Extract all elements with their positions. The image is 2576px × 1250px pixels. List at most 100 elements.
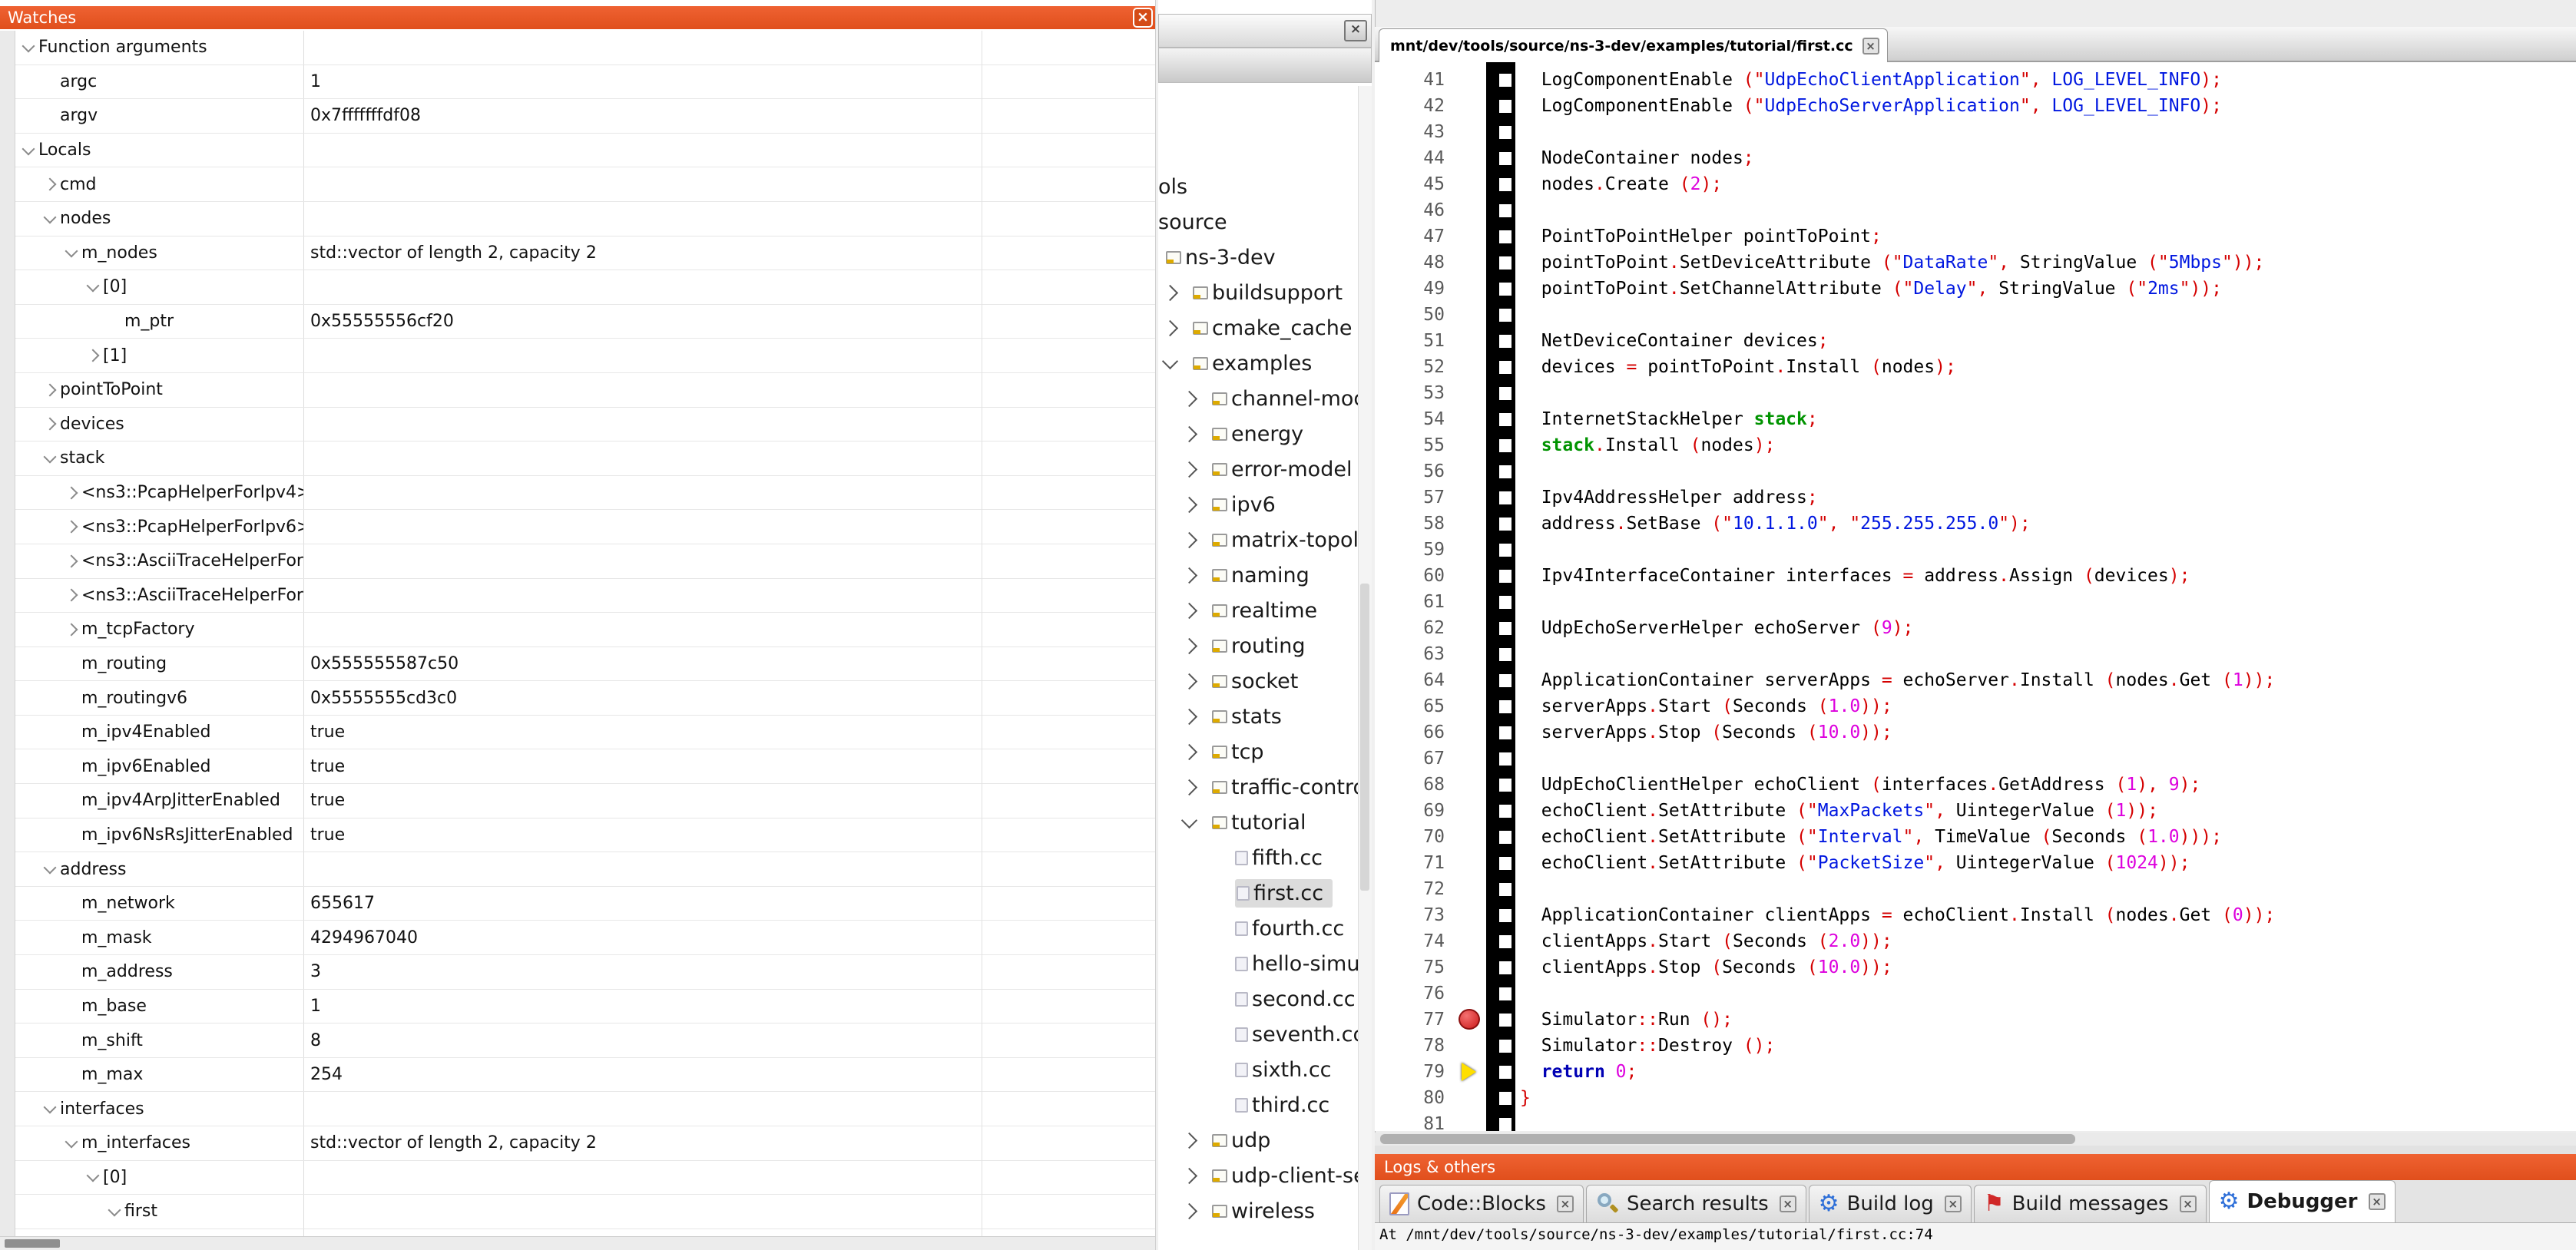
code-line[interactable]: 70 echoClient.SetAttribute ("Interval", … (1375, 824, 2576, 850)
chevron-down-icon[interactable] (40, 1106, 60, 1112)
line-number[interactable]: 80 (1375, 1088, 1454, 1108)
marker-zone[interactable] (1454, 1033, 1486, 1059)
line-number[interactable]: 47 (1375, 227, 1454, 246)
code-line[interactable]: 56 (1375, 458, 2576, 484)
watch-row[interactable]: pointToPoint (15, 373, 1155, 408)
code-line[interactable]: 41 LogComponentEnable ("UdpEchoClientApp… (1375, 67, 2576, 93)
line-number[interactable]: 81 (1375, 1114, 1454, 1131)
watch-row[interactable]: first (15, 1195, 1155, 1229)
marker-zone[interactable] (1454, 1059, 1486, 1085)
chevron-right-icon[interactable] (40, 385, 60, 395)
watch-row[interactable]: m_ptr0x55555556cf20 (15, 305, 1155, 339)
tree-item-hello-simul[interactable]: hello-simul (1158, 946, 1358, 981)
tree-item-realtime[interactable]: realtime (1158, 593, 1358, 628)
tree-item-channel-mod[interactable]: channel-mod (1158, 381, 1358, 416)
marker-zone[interactable] (1454, 223, 1486, 250)
code-line[interactable]: 73 ApplicationContainer clientApps = ech… (1375, 902, 2576, 928)
marker-zone[interactable] (1454, 1007, 1486, 1033)
code-line[interactable]: 67 (1375, 746, 2576, 772)
tree-item-energy[interactable]: energy (1158, 416, 1358, 451)
line-number[interactable]: 42 (1375, 96, 1454, 116)
line-number[interactable]: 50 (1375, 305, 1454, 325)
logs-titlebar[interactable]: Logs & others (1375, 1154, 2576, 1180)
code-line[interactable]: 81 (1375, 1111, 2576, 1131)
chevron-right-icon[interactable] (1158, 322, 1193, 334)
watch-row[interactable]: m_ipv6Enabledtrue (15, 749, 1155, 784)
editor-horizontal-scrollbar-thumb[interactable] (1380, 1134, 2075, 1144)
chevron-right-icon[interactable] (1177, 782, 1212, 793)
line-number[interactable]: 44 (1375, 148, 1454, 168)
line-number[interactable]: 64 (1375, 670, 1454, 690)
watch-row[interactable]: m_ipv4ArpJitterEnabledtrue (15, 784, 1155, 818)
code-line[interactable]: 44 NodeContainer nodes; (1375, 145, 2576, 171)
tree-item-udp-client-ser[interactable]: udp-client-ser (1158, 1158, 1358, 1193)
watch-row[interactable]: m_mask4294967040 (15, 921, 1155, 955)
watch-row[interactable]: m_base1 (15, 990, 1155, 1024)
code-line[interactable]: 55 stack.Install (nodes); (1375, 432, 2576, 458)
tree-panel-caption[interactable] (1158, 14, 1372, 48)
code-line[interactable]: 74 clientApps.Start (Seconds (2.0)); (1375, 928, 2576, 954)
code-line[interactable]: 63 (1375, 641, 2576, 667)
watch-row[interactable]: m_network655617 (15, 887, 1155, 921)
line-number[interactable]: 78 (1375, 1036, 1454, 1056)
watch-row[interactable]: m_interfacesstd::vector of length 2, cap… (15, 1126, 1155, 1161)
tree-item-fourth-cc[interactable]: fourth.cc (1158, 911, 1358, 946)
logs-tab-build-log[interactable]: ⚙Build log× (1809, 1185, 1972, 1222)
chevron-down-icon[interactable] (1177, 818, 1212, 826)
watch-row[interactable]: [0] (15, 1161, 1155, 1195)
code-line[interactable]: 51 NetDeviceContainer devices; (1375, 328, 2576, 354)
chevron-down-icon[interactable] (18, 45, 38, 51)
tree-item-third-cc[interactable]: third.cc (1158, 1087, 1358, 1123)
line-number[interactable]: 54 (1375, 409, 1454, 429)
code-line[interactable]: 76 (1375, 980, 2576, 1007)
tree-item-ipv6[interactable]: ipv6 (1158, 487, 1358, 522)
code-line[interactable]: 54 InternetStackHelper stack; (1375, 406, 2576, 432)
code-line[interactable]: 42 LogComponentEnable ("UdpEchoServerApp… (1375, 93, 2576, 119)
code-line[interactable]: 80} (1375, 1085, 2576, 1111)
watch-row[interactable]: [0] (15, 270, 1155, 305)
marker-zone[interactable] (1454, 798, 1486, 824)
editor-debug-margin[interactable] (1486, 62, 1515, 1131)
line-number[interactable]: 41 (1375, 70, 1454, 90)
editor-tab-close-icon[interactable]: × (1862, 38, 1879, 55)
marker-zone[interactable] (1454, 615, 1486, 641)
line-number[interactable]: 71 (1375, 853, 1454, 873)
tree-item-ols[interactable]: ols (1158, 169, 1358, 204)
marker-zone[interactable] (1454, 824, 1486, 850)
code-line[interactable]: 65 serverApps.Start (Seconds (1.0)); (1375, 693, 2576, 719)
line-number[interactable]: 72 (1375, 879, 1454, 899)
tree-item-source[interactable]: source (1158, 204, 1358, 240)
code-line[interactable]: 57 Ipv4AddressHelper address; (1375, 484, 2576, 511)
chevron-right-icon[interactable] (1177, 676, 1212, 687)
chevron-right-icon[interactable] (1177, 570, 1212, 581)
marker-zone[interactable] (1454, 537, 1486, 563)
line-number[interactable]: 67 (1375, 749, 1454, 769)
marker-zone[interactable] (1454, 432, 1486, 458)
logs-tab-code-blocks[interactable]: Code::Blocks× (1379, 1185, 1584, 1222)
editor-tab-first-cc[interactable]: mnt/dev/tools/source/ns-3-dev/examples/t… (1379, 28, 1888, 63)
line-number[interactable]: 45 (1375, 174, 1454, 194)
chevron-down-icon[interactable] (104, 1209, 124, 1215)
watch-row[interactable]: nodes (15, 202, 1155, 236)
watch-row[interactable]: <ns3::PcapHelperForIpv4> (15, 476, 1155, 511)
chevron-right-icon[interactable] (61, 522, 81, 531)
tree-panel-close-icon[interactable]: × (1344, 20, 1367, 41)
chevron-right-icon[interactable] (1177, 711, 1212, 723)
chevron-down-icon[interactable] (61, 1140, 81, 1146)
logs-tab-close-icon[interactable]: × (2369, 1193, 2386, 1210)
tree-item-error-model[interactable]: error-model (1158, 451, 1358, 487)
tree-item-socket[interactable]: socket (1158, 663, 1358, 699)
chevron-right-icon[interactable] (1177, 534, 1212, 546)
code-line[interactable]: 62 UdpEchoServerHelper echoServer (9); (1375, 615, 2576, 641)
marker-zone[interactable] (1454, 667, 1486, 693)
line-number[interactable]: 46 (1375, 200, 1454, 220)
tree-item-udp[interactable]: udp (1158, 1123, 1358, 1158)
watch-row[interactable]: address (15, 852, 1155, 887)
tree-vertical-scrollbar-thumb[interactable] (1360, 584, 1369, 891)
logs-tab-close-icon[interactable]: × (2180, 1195, 2197, 1212)
code-line[interactable]: 77 Simulator::Run (); (1375, 1007, 2576, 1033)
watch-row[interactable]: stack (15, 441, 1155, 476)
watch-row[interactable]: m_tcpFactory (15, 613, 1155, 647)
tree-item-second-cc[interactable]: second.cc (1158, 981, 1358, 1017)
chevron-right-icon[interactable] (40, 180, 60, 189)
